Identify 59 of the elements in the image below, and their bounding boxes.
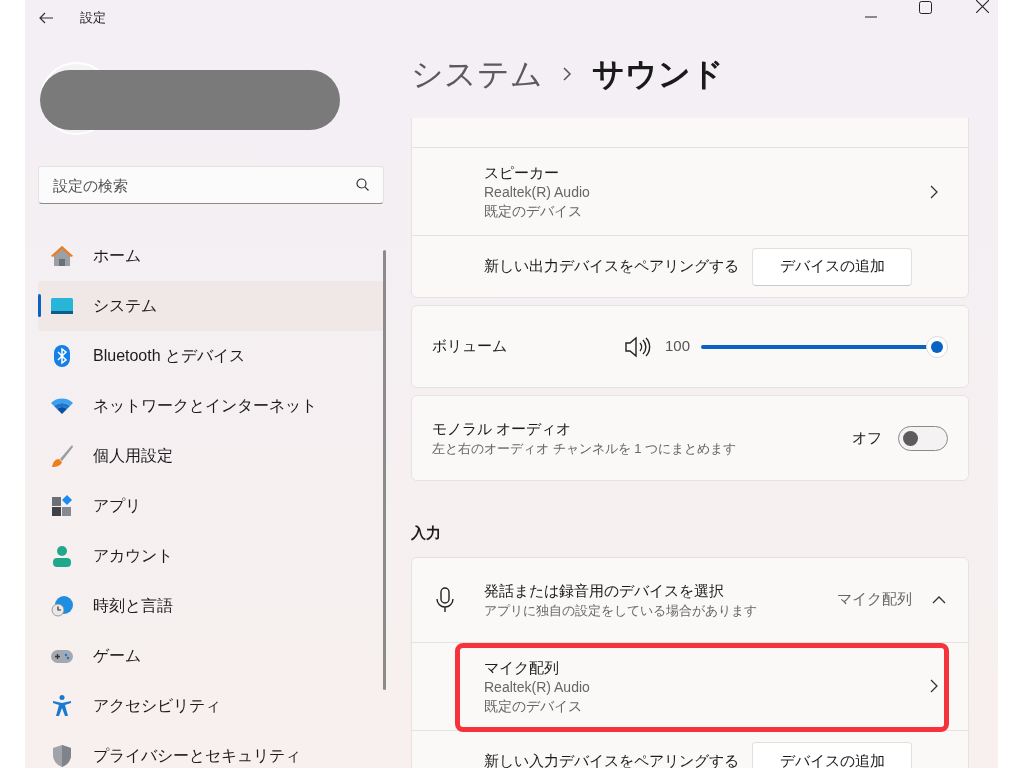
nav-item[interactable]: システム <box>38 281 384 331</box>
device-row[interactable]: スピーカー Realtek(R) Audio 既定のデバイス <box>412 147 968 235</box>
pair-label: 新しい入力デバイスをペアリングする <box>484 750 740 768</box>
add-device-button[interactable]: デバイスの追加 <box>752 742 912 768</box>
volume-reading: 100 <box>665 336 692 357</box>
setting-description: 左と右のオーディオ チャンネルを 1 つにまとめます <box>432 440 738 458</box>
scrollbar[interactable] <box>383 250 386 690</box>
input-device-selector[interactable]: 発話または録音用のデバイスを選択 アプリに独自の設定をしている場合があります マイク配列 <box>412 557 968 642</box>
globe-clock-icon <box>50 594 74 618</box>
apps-icon <box>50 494 74 518</box>
chevron-up-icon[interactable] <box>932 595 946 604</box>
search-field[interactable]: 設定の検索 <box>38 166 384 204</box>
device-name: スピーカー <box>484 163 560 183</box>
setting-description: アプリに独自の設定をしている場合があります <box>484 601 758 620</box>
nav-item[interactable]: Bluetooth とデバイス <box>38 331 384 381</box>
page-title: サウンド <box>592 55 724 94</box>
volume-label: ボリューム <box>432 336 508 357</box>
device-driver: Realtek(R) Audio <box>484 183 591 202</box>
device-status: 既定のデバイス <box>484 202 583 221</box>
setting-title: 発話または録音用のデバイスを選択 <box>484 580 725 601</box>
nav-item[interactable]: 時刻と言語 <box>38 581 384 631</box>
nav-item[interactable]: アプリ <box>38 481 384 531</box>
device-name: マイク配列 <box>484 657 560 678</box>
person-icon <box>50 544 74 568</box>
paintbrush-icon <box>50 444 74 468</box>
breadcrumb-link[interactable]: システム <box>411 50 543 98</box>
home-icon <box>50 244 74 268</box>
selected-device: マイク配列 <box>837 589 912 610</box>
pair-label: 新しい出力デバイスをペアリングする <box>484 256 740 277</box>
toggle-switch[interactable] <box>898 425 948 451</box>
volume-slider[interactable] <box>701 335 948 358</box>
section-heading: 入力 <box>411 523 442 543</box>
search-icon[interactable] <box>356 178 369 191</box>
nav-item[interactable]: アクセシビリティ <box>38 681 384 731</box>
setting-title: モノラル オーディオ <box>432 419 573 439</box>
nav-item[interactable]: ネットワークとインターネット <box>38 381 384 431</box>
nav-item[interactable]: ホーム <box>38 231 384 281</box>
window-title: 設定 <box>80 9 106 28</box>
selection-indicator <box>38 294 41 317</box>
speaker-icon[interactable] <box>624 335 651 358</box>
maximize-icon[interactable] <box>919 1 932 14</box>
microphone-icon <box>436 586 454 613</box>
nav-item[interactable]: ゲーム <box>38 631 384 681</box>
shield-icon <box>50 744 74 768</box>
back-arrow-icon[interactable] <box>38 10 54 26</box>
accessibility-icon <box>50 694 74 718</box>
device-row[interactable]: マイク配列 Realtek(R) Audio 既定のデバイス <box>412 641 968 730</box>
chevron-right-icon <box>930 679 938 693</box>
nav-item[interactable]: アカウント <box>38 531 384 581</box>
chevron-right-icon <box>563 67 572 81</box>
close-icon[interactable] <box>976 0 989 13</box>
nav-item[interactable]: プライバシーとセキュリティ <box>38 731 384 768</box>
add-device-button[interactable]: デバイスの追加 <box>752 247 912 286</box>
device-driver: Realtek(R) Audio <box>484 677 591 697</box>
slider-thumb[interactable] <box>926 335 948 358</box>
chevron-right-icon <box>930 184 938 199</box>
toggle-state: オフ <box>852 427 882 448</box>
device-status: 既定のデバイス <box>484 696 583 716</box>
nav-item[interactable]: 個人用設定 <box>38 431 384 481</box>
